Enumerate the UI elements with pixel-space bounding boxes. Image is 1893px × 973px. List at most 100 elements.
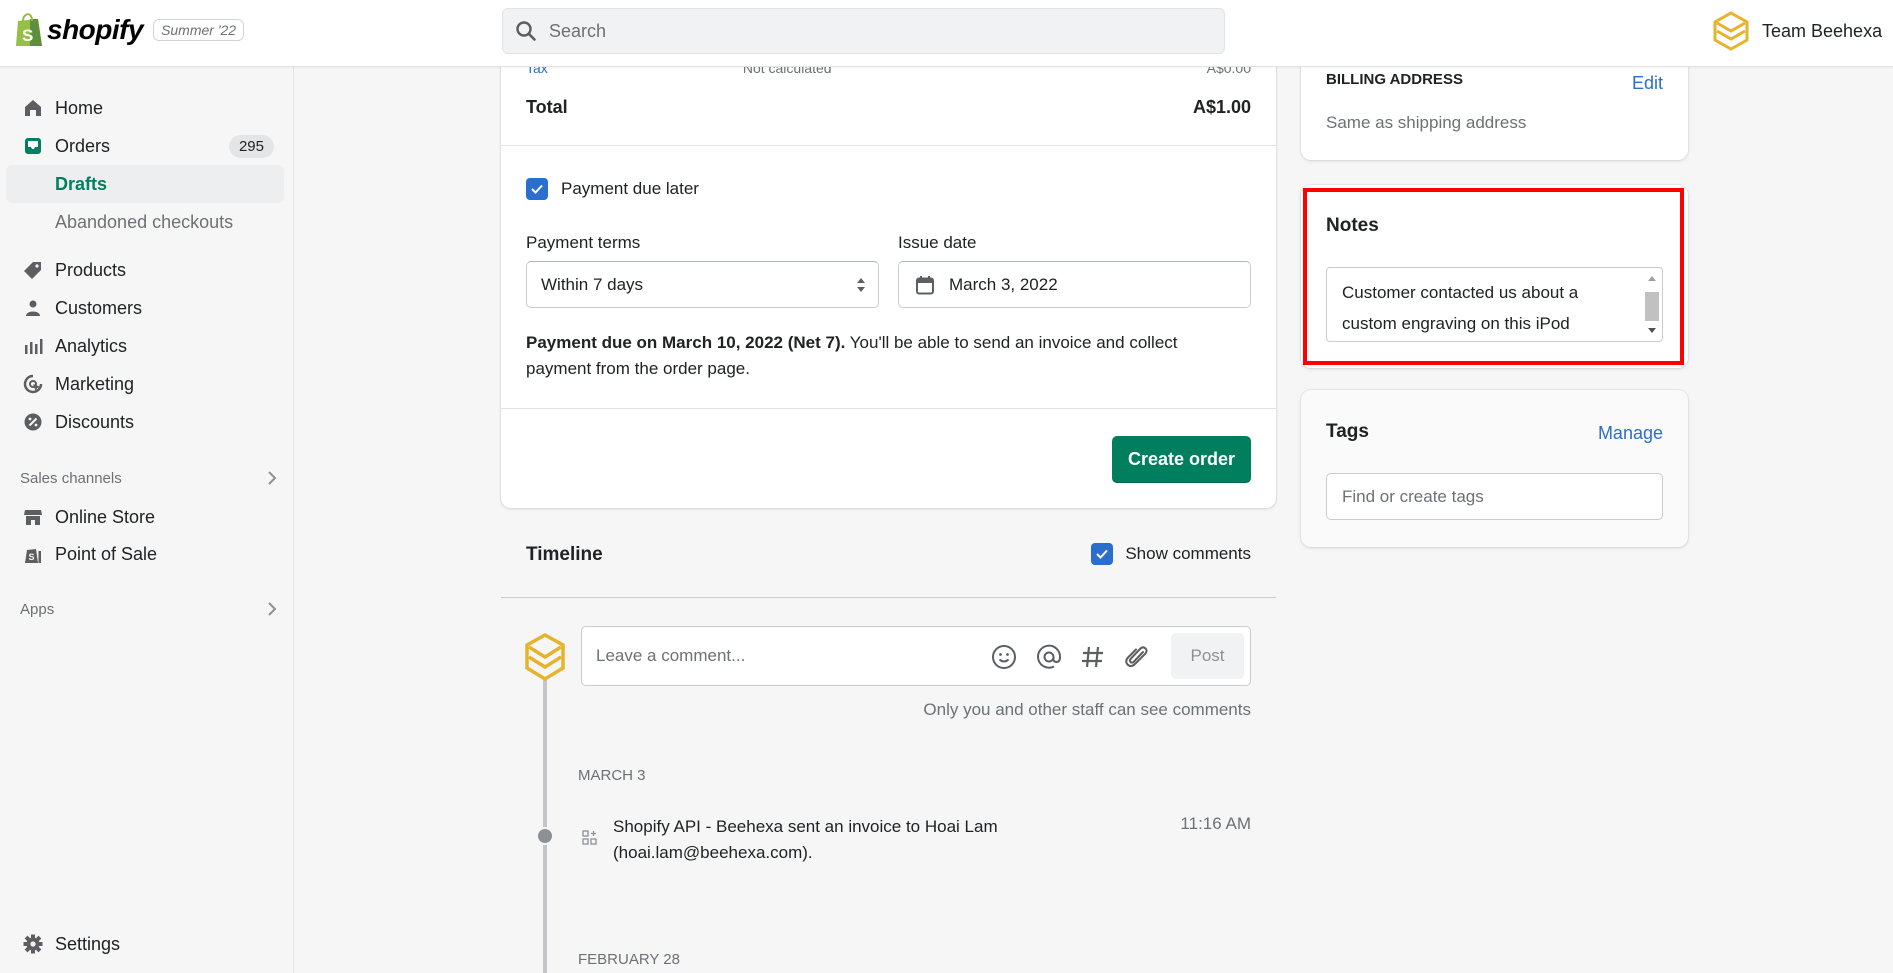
scroll-down-arrow-icon[interactable] (1648, 328, 1656, 333)
notes-text: Customer contacted us about a custom eng… (1342, 283, 1579, 333)
svg-text:S: S (29, 552, 35, 562)
beehexa-logo-icon (1713, 11, 1749, 51)
attachment-icon[interactable] (1123, 643, 1151, 671)
sidebar-item-home[interactable]: Home (6, 89, 284, 127)
scroll-up-arrow-icon[interactable] (1648, 276, 1656, 281)
mention-icon[interactable] (1035, 643, 1063, 671)
orders-count-badge: 295 (228, 134, 274, 158)
sidebar-item-label: Point of Sale (55, 543, 158, 564)
account-menu[interactable]: Team Beehexa (1712, 10, 1882, 52)
total-label: Total (526, 97, 568, 117)
total-row: Total A$1.00 (526, 97, 1251, 118)
sidebar-item-customers[interactable]: Customers (6, 289, 284, 327)
pos-bag-icon: S (22, 543, 44, 565)
manage-tags-link[interactable]: Manage (1598, 423, 1663, 444)
comment-box: Post (581, 626, 1251, 686)
sales-channels-label: Sales channels (20, 469, 122, 487)
apps-header[interactable]: Apps (20, 600, 278, 618)
notes-textarea[interactable]: Customer contacted us about a custom eng… (1326, 267, 1663, 342)
tags-card: Tags Manage (1301, 390, 1688, 547)
top-bar: S shopify Summer '22 Team Beehexa (0, 0, 1893, 67)
payment-due-date: Payment due on March 10, 2022 (Net 7). (526, 333, 846, 352)
checkbox-checked-icon[interactable] (1091, 543, 1114, 565)
sidebar-item-label: Products (55, 259, 127, 280)
billing-address-value: Same as shipping address (1326, 113, 1527, 132)
timeline-date-header: FEBRUARY 28 (578, 951, 680, 968)
payment-due-later-checkbox[interactable]: Payment due later (526, 178, 699, 200)
payment-terms-value: Within 7 days (541, 274, 644, 294)
timeline-divider (501, 597, 1276, 598)
shopify-logo[interactable]: S shopify Summer '22 (14, 12, 245, 48)
sidebar-item-label: Discounts (55, 411, 135, 432)
payment-terms-label: Payment terms (526, 233, 641, 252)
show-comments-checkbox[interactable]: Show comments (1091, 543, 1251, 565)
shopify-bag-icon: S (16, 13, 42, 46)
hashtag-icon[interactable] (1079, 643, 1107, 671)
sales-channels-header[interactable]: Sales channels (20, 469, 278, 487)
sidebar-item-label: Analytics (55, 335, 128, 356)
divider (501, 145, 1276, 146)
search-icon (516, 21, 536, 41)
sidebar-item-online-store[interactable]: Online Store (6, 498, 284, 536)
sidebar-item-label: Abandoned checkouts (55, 211, 234, 232)
payment-terms-select[interactable]: Within 7 days (526, 261, 879, 308)
sidebar-item-drafts[interactable]: Drafts (6, 165, 284, 203)
timeline-event-text: Shopify API - Beehexa sent an invoice to… (613, 817, 998, 862)
sidebar-item-label: Marketing (55, 373, 135, 394)
scrollbar-thumb[interactable] (1645, 292, 1659, 321)
timeline-event-dot (536, 827, 554, 845)
issue-date-field[interactable]: March 3, 2022 (898, 261, 1251, 308)
timeline-line (543, 650, 547, 973)
timeline-event-time: 11:16 AM (1180, 814, 1251, 833)
edition-badge: Summer '22 (153, 19, 245, 41)
sidebar-item-products[interactable]: Products (6, 251, 284, 289)
account-name: Team Beehexa (1762, 20, 1883, 41)
divider (501, 408, 1276, 409)
sidebar-item-label: Online Store (55, 506, 156, 527)
issue-date-value: March 3, 2022 (949, 274, 1058, 294)
search-input[interactable] (549, 20, 1189, 42)
sidebar-item-label: Settings (55, 933, 121, 954)
home-icon (22, 97, 44, 119)
tags-input[interactable] (1326, 473, 1663, 520)
sidebar-item-label: Drafts (55, 173, 108, 194)
sidebar-item-abandoned-checkouts[interactable]: Abandoned checkouts (6, 203, 284, 241)
sidebar-item-marketing[interactable]: Marketing (6, 365, 284, 403)
svg-text:S: S (22, 26, 33, 45)
app-grid-icon (582, 830, 597, 845)
chevron-right-icon[interactable] (266, 469, 278, 487)
select-arrows-icon (857, 278, 865, 292)
edit-billing-link[interactable]: Edit (1632, 73, 1663, 94)
emoji-icon[interactable] (990, 643, 1018, 671)
notes-card: Notes Customer contacted us about a cust… (1301, 185, 1688, 368)
notes-scrollbar[interactable] (1644, 270, 1660, 339)
bar-chart-icon (22, 335, 44, 357)
sidebar-item-discounts[interactable]: Discounts (6, 403, 284, 441)
staff-visibility-note: Only you and other staff can see comment… (923, 700, 1251, 719)
tags-title: Tags (1326, 421, 1369, 442)
notes-title: Notes (1326, 215, 1379, 236)
sidebar-item-label: Orders (55, 135, 111, 156)
checkbox-checked-icon[interactable] (526, 178, 548, 200)
store-icon (22, 506, 44, 528)
person-icon (22, 297, 44, 319)
apps-label: Apps (20, 600, 55, 618)
chevron-right-icon[interactable] (266, 600, 278, 618)
beehexa-avatar-icon (525, 632, 565, 682)
comment-input[interactable] (596, 646, 976, 666)
issue-date-label: Issue date (898, 233, 977, 252)
search-bar[interactable] (502, 8, 1225, 54)
sidebar-item-orders[interactable]: Orders 295 (6, 127, 284, 165)
calendar-icon (916, 275, 934, 294)
payment-due-later-label: Payment due later (561, 179, 699, 198)
sidebar-item-point-of-sale[interactable]: S Point of Sale (6, 535, 284, 573)
billing-address-title: BILLING ADDRESS (1326, 71, 1463, 88)
gear-icon (22, 933, 44, 955)
sidebar-item-settings[interactable]: Settings (6, 925, 284, 963)
timeline-title: Timeline (526, 544, 603, 565)
create-order-button[interactable]: Create order (1112, 436, 1251, 483)
post-comment-button[interactable]: Post (1171, 633, 1244, 679)
sidebar-item-analytics[interactable]: Analytics (6, 327, 284, 365)
sidebar-item-label: Home (55, 97, 104, 118)
order-summary-card: Tax Not calculated A$0.00 Total A$1.00 P… (501, 40, 1276, 508)
